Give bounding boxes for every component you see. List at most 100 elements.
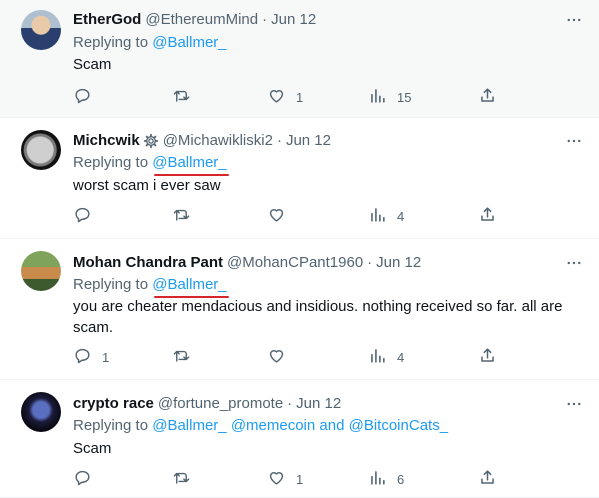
- action-bar: 4: [0, 206, 599, 226]
- share-button[interactable]: [478, 206, 497, 226]
- heart-icon: [267, 468, 286, 490]
- action-bar: 1 6: [0, 469, 599, 489]
- retweet-button[interactable]: [172, 347, 201, 367]
- tweet-text: Scam: [73, 56, 112, 73]
- mention-link[interactable]: @memecoin: [231, 417, 315, 434]
- share-icon: [478, 468, 497, 490]
- share-icon: [478, 346, 497, 368]
- avatar[interactable]: [21, 251, 61, 291]
- like-button[interactable]: [267, 206, 296, 226]
- avatar[interactable]: [21, 392, 61, 432]
- replying-prefix: Replying to: [73, 276, 149, 293]
- reply-icon: [73, 205, 92, 227]
- separator: ·: [367, 254, 373, 271]
- action-bar: 1 15: [0, 87, 599, 107]
- share-icon: [478, 205, 497, 227]
- share-button[interactable]: [478, 469, 497, 489]
- reply-button[interactable]: [73, 469, 102, 489]
- views-icon: [368, 86, 387, 108]
- reply-icon: [73, 346, 92, 368]
- heart-icon: [267, 346, 286, 368]
- mention-link[interactable]: @Ballmer_: [152, 276, 230, 298]
- reply-feed: EtherGod @EthereumMind · Jun 12 Replying…: [0, 0, 599, 498]
- tweet-date[interactable]: Jun 12: [271, 11, 316, 28]
- tweet[interactable]: Michcwik @Michawikliski2 · Jun 12 Replyi…: [0, 119, 599, 239]
- tweet-header: Mohan Chandra Pant @MohanCPant1960 · Jun…: [73, 254, 421, 271]
- mention-link[interactable]: @Ballmer_: [152, 417, 226, 434]
- like-button[interactable]: 1: [267, 469, 303, 489]
- share-button[interactable]: [478, 87, 497, 107]
- mention-link[interactable]: @BitcoinCats_: [349, 417, 448, 434]
- tweet[interactable]: crypto race @fortune_promote · Jun 12 Re…: [0, 381, 599, 498]
- retweet-icon: [172, 205, 191, 227]
- reply-count: 1: [102, 349, 110, 365]
- reply-button[interactable]: [73, 206, 102, 226]
- reply-button[interactable]: [73, 87, 102, 107]
- tweet-text: worst scam i ever saw: [73, 177, 221, 194]
- replying-to-line: Replying to @Ballmer_: [73, 276, 230, 298]
- gear-icon: [143, 133, 159, 149]
- share-button[interactable]: [478, 347, 497, 367]
- user-handle[interactable]: @fortune_promote: [158, 395, 283, 412]
- like-count: 1: [296, 89, 304, 105]
- display-name[interactable]: EtherGod: [73, 11, 141, 28]
- replying-to-line: Replying to @Ballmer_: [73, 34, 227, 51]
- views-icon: [368, 205, 387, 227]
- separator: ·: [276, 132, 282, 149]
- separator: ·: [262, 11, 268, 28]
- user-handle[interactable]: @Michawikliski2: [163, 132, 273, 149]
- reply-icon: [73, 468, 92, 490]
- views-icon: [368, 346, 387, 368]
- retweet-button[interactable]: [172, 469, 201, 489]
- mention-link[interactable]: @Ballmer_: [152, 154, 230, 176]
- views-button[interactable]: 4: [368, 347, 404, 367]
- like-button[interactable]: [267, 347, 296, 367]
- tweet-header: crypto race @fortune_promote · Jun 12: [73, 395, 341, 412]
- like-button[interactable]: 1: [267, 87, 303, 107]
- views-count: 4: [397, 208, 405, 224]
- tweet-date[interactable]: Jun 12: [376, 254, 421, 271]
- reply-icon: [73, 86, 92, 108]
- display-name[interactable]: Michcwik: [73, 132, 140, 149]
- views-button[interactable]: 15: [368, 87, 411, 107]
- heart-icon: [267, 205, 286, 227]
- user-handle[interactable]: @EthereumMind: [145, 11, 258, 28]
- separator: ·: [287, 395, 293, 412]
- views-count: 15: [397, 89, 412, 105]
- avatar[interactable]: [21, 10, 61, 50]
- mention-conjunction: and: [319, 417, 345, 434]
- views-icon: [368, 468, 387, 490]
- tweet-date[interactable]: Jun 12: [296, 395, 341, 412]
- more-icon[interactable]: [565, 254, 583, 272]
- reply-button[interactable]: 1: [73, 347, 109, 367]
- mention-link[interactable]: @Ballmer_: [152, 34, 226, 51]
- replying-prefix: Replying to: [73, 34, 149, 51]
- tweet-date[interactable]: Jun 12: [286, 132, 331, 149]
- replying-to-line: Replying to @Ballmer_: [73, 154, 230, 176]
- display-name[interactable]: Mohan Chandra Pant: [73, 254, 223, 271]
- views-button[interactable]: 6: [368, 469, 404, 489]
- tweet-header: EtherGod @EthereumMind · Jun 12: [73, 11, 316, 28]
- avatar[interactable]: [21, 130, 61, 170]
- retweet-icon: [172, 86, 191, 108]
- replying-prefix: Replying to: [73, 154, 149, 171]
- more-icon[interactable]: [565, 132, 583, 150]
- views-button[interactable]: 4: [368, 206, 404, 226]
- heart-icon: [267, 86, 286, 108]
- tweet-text: you are cheater mendacious and insidious…: [73, 298, 563, 336]
- tweet[interactable]: EtherGod @EthereumMind · Jun 12 Replying…: [0, 0, 599, 118]
- tweet-text: Scam: [73, 440, 112, 457]
- user-handle[interactable]: @MohanCPant1960: [227, 254, 363, 271]
- more-icon[interactable]: [565, 11, 583, 29]
- replying-prefix: Replying to: [73, 417, 149, 434]
- tweet[interactable]: Mohan Chandra Pant @MohanCPant1960 · Jun…: [0, 240, 599, 380]
- views-count: 4: [397, 349, 405, 365]
- display-name[interactable]: crypto race: [73, 395, 154, 412]
- share-icon: [478, 86, 497, 108]
- retweet-button[interactable]: [172, 87, 201, 107]
- replying-to-line: Replying to @Ballmer_ @memecoin and @Bit…: [73, 417, 448, 434]
- retweet-icon: [172, 346, 191, 368]
- action-bar: 1 4: [0, 347, 599, 367]
- more-icon[interactable]: [565, 395, 583, 413]
- retweet-button[interactable]: [172, 206, 201, 226]
